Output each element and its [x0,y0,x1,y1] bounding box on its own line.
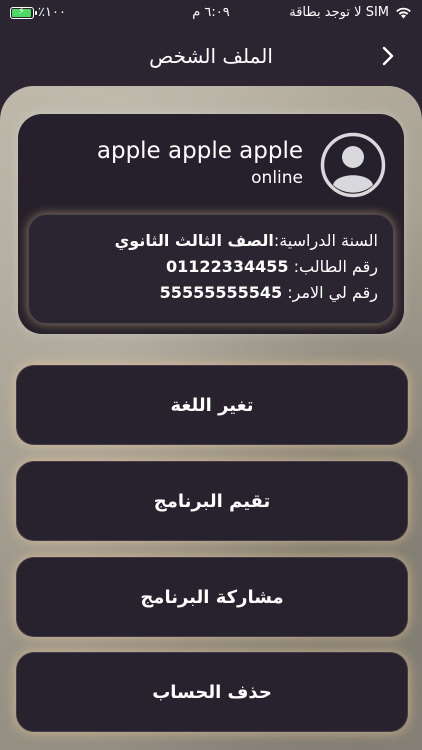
page-title: الملف الشخص [149,44,273,68]
student-number-label: رقم الطالب: [288,257,378,276]
student-number-value: 01122334455 [166,257,289,276]
delete-account-label: حذف الحساب [152,681,272,703]
change-language-label: تغير اللغة [170,394,254,416]
navigation-bar: الملف الشخص [0,26,422,86]
share-app-label: مشاركة البرنامج [140,586,284,608]
carrier-text: لا توجد بطاقة SIM [289,5,389,20]
status-bar: ⚡ ٪١٠٠ ٦:٠٩ م لا توجد بطاقة SIM [0,0,422,26]
parent-number-value: 55555555545 [159,283,283,302]
rate-app-button[interactable]: تقيم البرنامج [16,461,408,541]
user-status: online [251,168,303,188]
academic-year-row: السنة الدراسية:الصف الثالث الثانوي [44,228,378,254]
avatar-icon [320,132,386,198]
chevron-right-icon[interactable] [376,44,400,68]
carrier-info: لا توجد بطاقة SIM [289,5,412,20]
academic-year-value: الصف الثالث الثانوي [114,231,274,250]
rate-app-label: تقيم البرنامج [153,490,271,512]
share-app-button[interactable]: مشاركة البرنامج [16,557,408,637]
student-number-row: رقم الطالب: 01122334455 [44,254,378,280]
wifi-icon [396,7,411,18]
parent-number-label: رقم لي الامر: [282,283,378,302]
profile-card: apple apple apple online السنة الدراسية:… [18,114,404,334]
student-info-box: السنة الدراسية:الصف الثالث الثانوي رقم ا… [28,214,394,324]
change-language-button[interactable]: تغير اللغة [16,365,408,445]
user-name: apple apple apple [96,138,303,164]
parent-number-row: رقم لي الامر: 55555555545 [44,280,378,306]
academic-year-label: السنة الدراسية: [273,231,378,250]
delete-account-button[interactable]: حذف الحساب [16,652,408,732]
